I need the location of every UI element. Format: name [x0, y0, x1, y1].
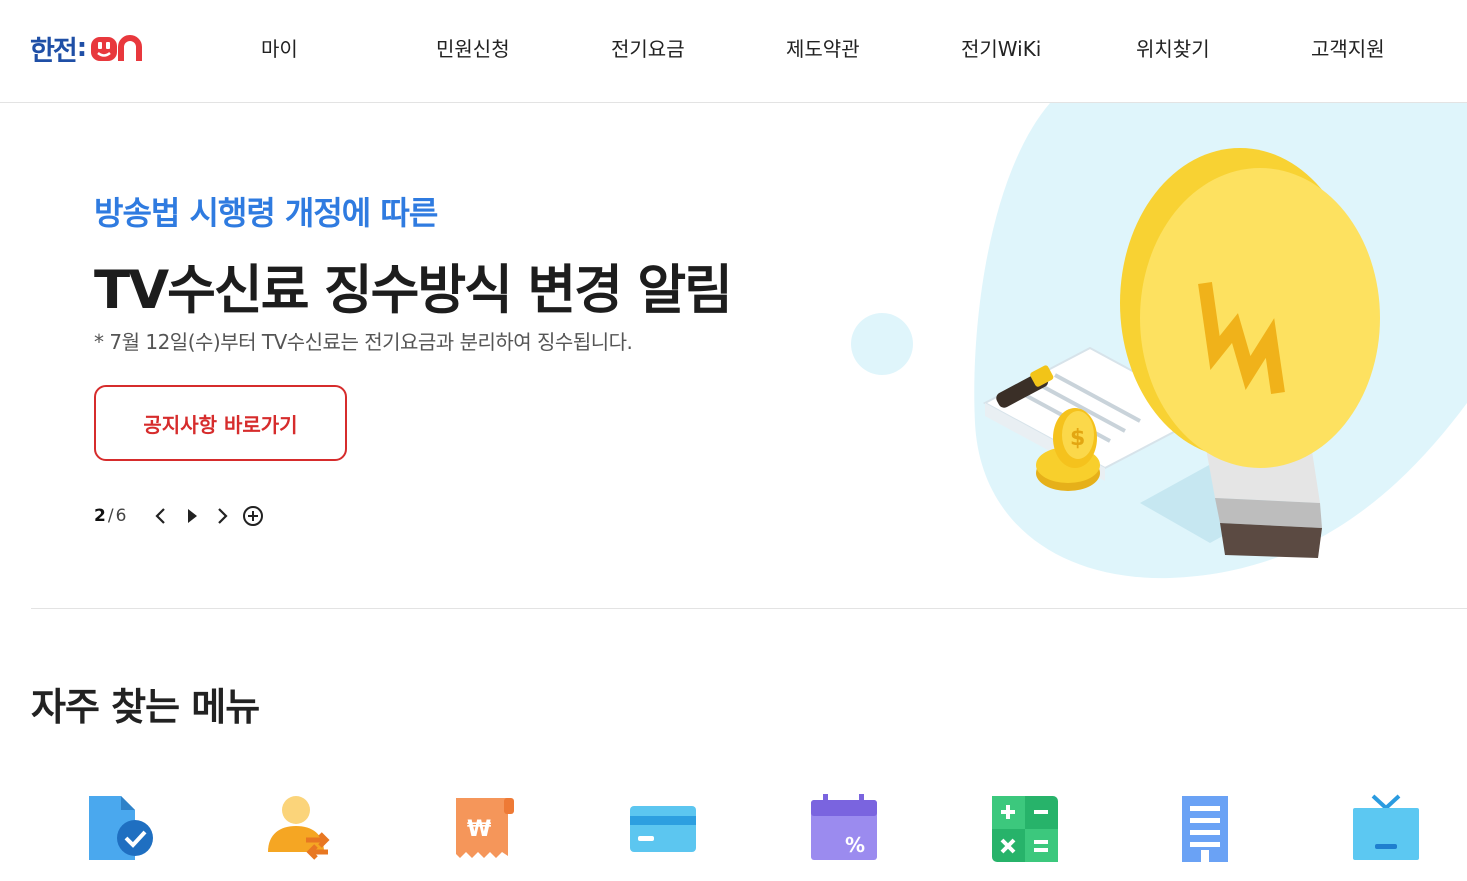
- nav-item-electric-bill[interactable]: 전기요금: [611, 33, 685, 62]
- pager-separator: /: [107, 506, 114, 526]
- credit-card-icon[interactable]: [628, 794, 698, 864]
- site-header: 한전 : 마이 민원신청 전기요금 제도약관 전기WiKi 위치찾기 고객지원: [0, 0, 1467, 103]
- logo[interactable]: 한전 :: [30, 30, 152, 67]
- calculator-icon[interactable]: [990, 794, 1060, 864]
- svg-text:%: %: [845, 833, 865, 857]
- next-slide-icon[interactable]: [211, 505, 233, 527]
- logo-colon: :: [76, 33, 88, 63]
- bill-won-icon[interactable]: ₩: [452, 794, 522, 864]
- building-icon[interactable]: [1170, 794, 1240, 864]
- notice-link-button[interactable]: 공지사항 바로가기: [94, 385, 347, 461]
- logo-text: 한전: [30, 35, 78, 67]
- more-plus-icon[interactable]: [242, 505, 264, 527]
- quick-menu-title: 자주 찾는 메뉴: [31, 685, 260, 729]
- section-divider: [31, 608, 1467, 609]
- person-transfer-icon[interactable]: [266, 794, 336, 864]
- nav-item-location[interactable]: 위치찾기: [1136, 33, 1210, 62]
- slide-pager: 2 / 6: [94, 503, 126, 529]
- nav-item-my[interactable]: 마이: [261, 33, 298, 62]
- nav-item-terms[interactable]: 제도약관: [786, 33, 860, 62]
- hero-description: * 7월 12일(수)부터 TV수신료는 전기요금과 분리하여 징수됩니다.: [94, 330, 633, 354]
- play-icon[interactable]: [181, 505, 203, 527]
- lightbulb-illustration: $: [851, 103, 1467, 579]
- hero-title: TV수신료 징수방식 변경 알림: [94, 260, 733, 321]
- document-check-icon[interactable]: [87, 794, 157, 864]
- nav-item-wiki[interactable]: 전기WiKi: [961, 33, 1041, 62]
- nav-item-civil-request[interactable]: 민원신청: [436, 33, 510, 62]
- tv-icon[interactable]: [1351, 794, 1421, 864]
- svg-text:₩: ₩: [467, 817, 491, 842]
- calendar-percent-icon[interactable]: %: [809, 794, 879, 864]
- logo-on-mark: [90, 33, 152, 63]
- svg-text:$: $: [1070, 426, 1085, 451]
- nav-item-support[interactable]: 고객지원: [1311, 33, 1385, 62]
- prev-slide-icon[interactable]: [150, 505, 172, 527]
- pager-total: 6: [115, 506, 127, 526]
- hero-subtitle: 방송법 시행령 개정에 따른: [94, 194, 438, 232]
- pager-current: 2: [94, 506, 106, 526]
